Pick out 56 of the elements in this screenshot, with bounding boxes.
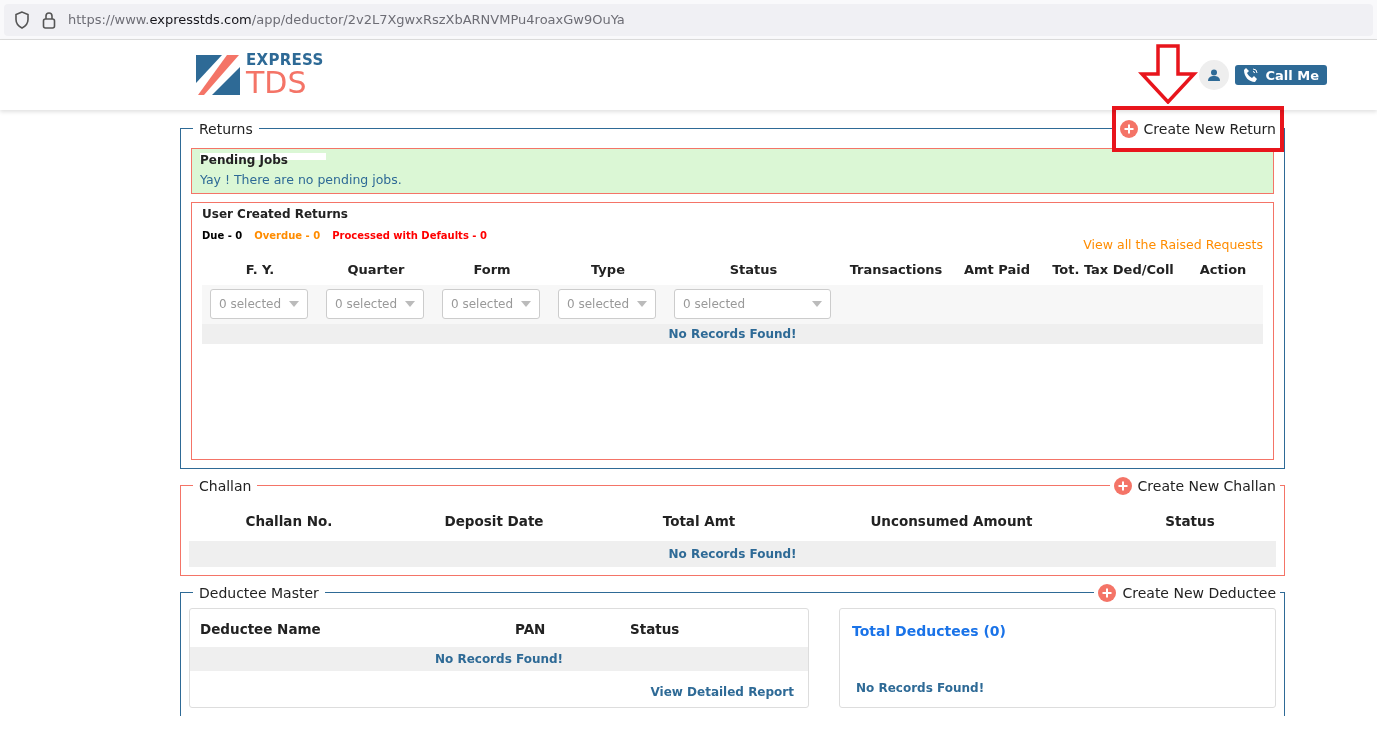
column-header: Form [472, 261, 512, 279]
column-header: F. Y. [244, 261, 276, 279]
column-header: Status [728, 261, 779, 279]
create-button[interactable]: Create New Challan [1109, 477, 1280, 495]
column-header: PAN [515, 621, 547, 637]
section-title: Challan [193, 478, 258, 494]
empty-message: No Records Found! [856, 681, 986, 695]
card-title: Total Deductees (0) [852, 623, 1007, 639]
filter-dropdown[interactable]: 0 selected [674, 289, 831, 319]
caret-icon [405, 301, 415, 307]
lock-icon [42, 10, 56, 29]
empty-message: No Records Found! [189, 541, 1276, 567]
column-header: Transactions [848, 261, 944, 279]
column-header: Status [630, 621, 681, 637]
pending-message: Yay ! There are no pending jobs. [200, 172, 403, 187]
column-header: Unconsumed Amount [869, 512, 1034, 531]
logo-text: TDS [246, 67, 307, 98]
section-title: Deductee Master [193, 585, 325, 601]
empty-message: No Records Found! [202, 324, 1263, 344]
caret-icon [812, 301, 822, 307]
call-me-button[interactable]: Call Me [1235, 65, 1327, 85]
column-header: Deposit Date [443, 512, 545, 531]
caret-icon [289, 301, 299, 307]
caret-icon [521, 301, 531, 307]
column-header: Deductee Name [200, 621, 322, 637]
column-header: Status [1164, 512, 1216, 531]
detailed-report-link[interactable]: View Detailed Report [650, 685, 794, 699]
down-arrow-icon [1138, 44, 1198, 104]
column-header: Type [590, 261, 626, 279]
column-header: Amt Paid [962, 261, 1032, 279]
filter-dropdown[interactable]: 0 selected [558, 289, 656, 319]
create-button[interactable]: Create New Deductee [1094, 584, 1280, 602]
status-count: Processed with Defaults - 0 [332, 230, 487, 241]
url-text[interactable]: https://www.expresstds.com/app/deductor/2v2L7XgwxRszXbARNVMPu4roaxGw9OuYa [68, 12, 625, 27]
filter-dropdown[interactable]: 0 selected [442, 289, 540, 319]
section-title: Returns [193, 121, 259, 137]
logo-text: EXPRESS [246, 52, 324, 68]
plus-icon [1113, 477, 1132, 495]
caret-icon [637, 301, 647, 307]
column-header: Challan No. [244, 512, 334, 531]
status-count: Due - 0 [202, 230, 243, 241]
column-header: Quarter [346, 261, 406, 279]
status-count: Overdue - 0 [254, 230, 321, 241]
filter-dropdown[interactable]: 0 selected [210, 289, 308, 319]
logo-icon [196, 53, 240, 97]
empty-message: No Records Found! [190, 647, 808, 671]
column-header: Tot. Tax Ded/Coll [1051, 261, 1175, 279]
plus-icon [1119, 120, 1138, 138]
plus-icon [1098, 584, 1117, 602]
phone-icon [1243, 67, 1260, 83]
user-icon[interactable] [1199, 60, 1230, 90]
filter-dropdown[interactable]: 0 selected [326, 289, 424, 319]
column-header: Total Amt [661, 512, 737, 531]
panel-title: Pending Jobs [200, 153, 326, 167]
shield-icon [14, 10, 30, 29]
column-header: Action [1198, 261, 1248, 279]
